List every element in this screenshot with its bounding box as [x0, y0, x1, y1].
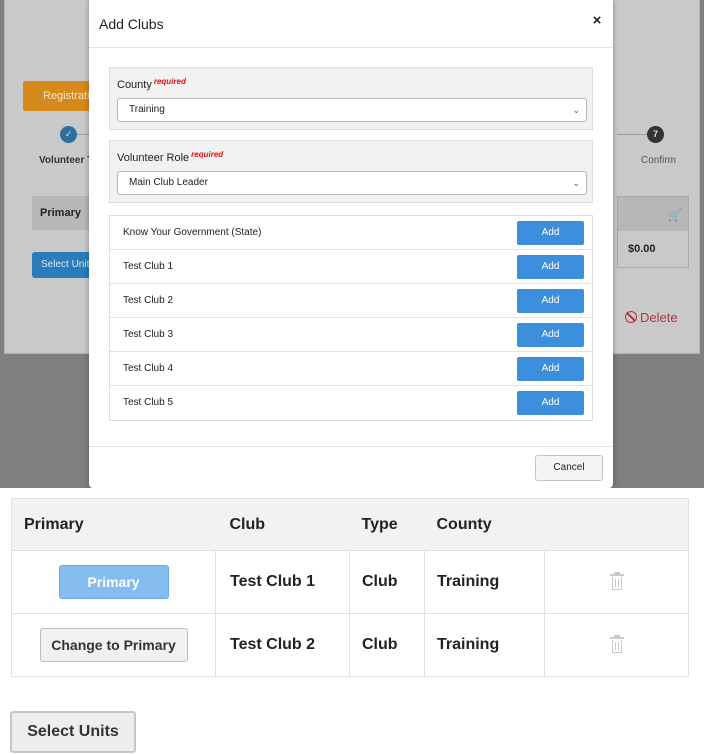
column-header-county: County: [424, 498, 545, 551]
cart-icon: 🛒: [667, 208, 682, 222]
club-cell: Test Club 1: [215, 550, 350, 614]
table-row: Primary Test Club 1 Club Training: [11, 550, 689, 614]
table-row: Change to Primary Test Club 2 Club Train…: [12, 613, 689, 677]
county-value: Training: [129, 104, 165, 115]
add-club-button[interactable]: Add: [517, 255, 584, 279]
volunteer-role-label: Volunteer Role: [117, 152, 190, 164]
modal-footer-divider: [89, 446, 613, 447]
list-item: Test Club 2 Add: [110, 284, 592, 318]
trash-icon[interactable]: [609, 571, 624, 590]
primary-button[interactable]: Primary: [58, 565, 169, 599]
background-table-header: Primary: [32, 196, 96, 230]
prohibited-icon: [625, 311, 637, 323]
column-header-club: Club: [215, 498, 350, 551]
modal-header: Add Clubs ×: [89, 0, 613, 48]
column-header-type: Type: [349, 498, 425, 551]
table-header-row: Primary Club Type County: [11, 498, 689, 551]
column-header-actions: [544, 498, 689, 551]
club-name: Test Club 5: [123, 397, 174, 408]
volunteer-role-value: Main Club Leader: [129, 177, 208, 188]
type-cell: Club: [349, 613, 425, 677]
cart-total: $0.00: [628, 243, 656, 255]
county-field: County required Training ⌄: [109, 67, 593, 130]
delete-label: Delete: [640, 310, 678, 325]
club-cell: Test Club 2: [215, 613, 350, 677]
cancel-button[interactable]: Cancel: [535, 455, 603, 481]
select-units-button[interactable]: Select Units: [10, 711, 136, 753]
list-item: Test Club 4 Add: [110, 352, 592, 386]
list-item: Test Club 3 Add: [110, 318, 592, 352]
required-tag: required: [153, 77, 186, 86]
club-name: Test Club 1: [123, 261, 174, 272]
county-cell: Training: [424, 550, 545, 614]
add-club-button[interactable]: Add: [517, 289, 584, 313]
cart-summary: 🛒 $0.00: [617, 196, 689, 268]
county-select[interactable]: Training ⌄: [117, 98, 587, 122]
chevron-down-icon: ⌄: [572, 105, 580, 115]
club-name: Test Club 4: [123, 363, 174, 374]
step-7-indicator: 7: [647, 126, 664, 143]
add-club-button[interactable]: Add: [517, 391, 584, 415]
add-club-button[interactable]: Add: [517, 323, 584, 347]
add-club-button[interactable]: Add: [517, 357, 584, 381]
list-item: Know Your Government (State) Add: [110, 216, 592, 250]
club-name: Test Club 2: [123, 295, 174, 306]
units-table: Primary Club Type County Primary Test Cl…: [11, 498, 689, 677]
column-header-primary: Primary: [11, 498, 216, 551]
list-item: Test Club 1 Add: [110, 250, 592, 284]
volunteer-role-field: Volunteer Role required Main Club Leader …: [109, 140, 593, 203]
type-cell: Club: [349, 550, 425, 614]
list-item: Test Club 5 Add: [110, 386, 592, 420]
chevron-down-icon: ⌄: [572, 178, 580, 188]
add-clubs-modal: Add Clubs × County required Training ⌄ Vo…: [89, 0, 613, 488]
modal-title: Add Clubs: [99, 16, 164, 32]
club-name: Know Your Government (State): [123, 227, 262, 238]
delete-link[interactable]: Delete: [625, 310, 678, 325]
add-club-button[interactable]: Add: [517, 221, 584, 245]
required-tag: required: [191, 150, 224, 159]
club-list: Know Your Government (State) Add Test Cl…: [109, 215, 593, 421]
county-label: County: [117, 79, 152, 91]
step-connector: [617, 134, 647, 135]
volunteer-role-select[interactable]: Main Club Leader ⌄: [117, 171, 587, 195]
change-to-primary-button[interactable]: Change to Primary: [39, 628, 188, 662]
trash-icon[interactable]: [609, 634, 624, 653]
step-1-indicator: ✓: [60, 126, 77, 143]
club-name: Test Club 3: [123, 329, 174, 340]
county-cell: Training: [424, 613, 545, 677]
background-select-units-button[interactable]: Select Units: [32, 252, 96, 278]
step-7-label: Confirm: [641, 155, 677, 166]
close-icon[interactable]: ×: [589, 13, 605, 29]
modal-screenshot: Registration ✓ Volunteer Type 7 Confirm …: [0, 0, 704, 488]
